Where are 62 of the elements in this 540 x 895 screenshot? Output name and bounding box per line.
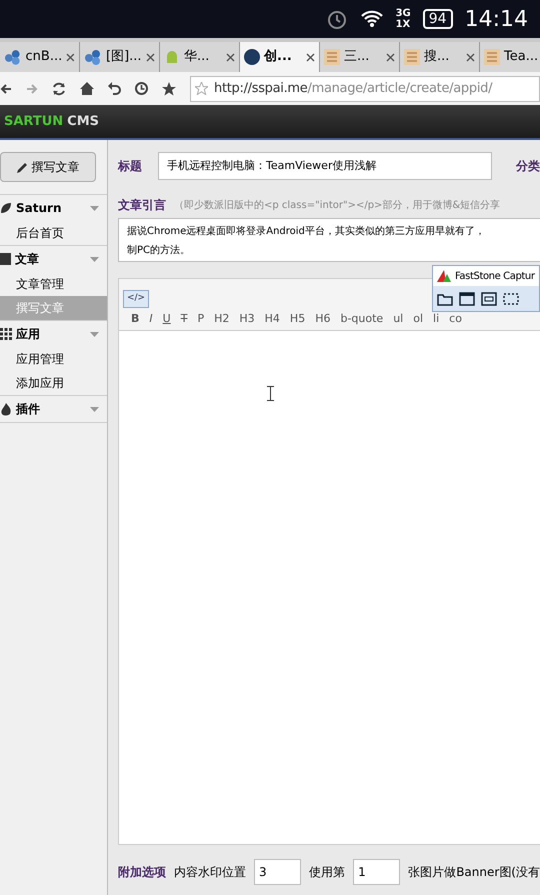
sidebar-item[interactable]: 添加应用	[0, 371, 107, 395]
toolbar-button[interactable]: li	[433, 310, 440, 327]
toolbar-button[interactable]: co	[449, 310, 462, 327]
options-label: 附加选项	[118, 864, 166, 881]
intro-label: 文章引言	[118, 197, 166, 214]
network-label: 1X	[396, 19, 411, 30]
category-label: 分类	[516, 158, 540, 175]
title-field[interactable]: 手机远程控制电脑：TeamViewer使用浅解	[158, 152, 492, 180]
intro-text-line: 制PC的方法。	[127, 244, 192, 258]
toolbar-button[interactable]: H5	[290, 310, 306, 327]
toolbar-button[interactable]: P	[197, 310, 204, 327]
tab-title: Tea...	[504, 48, 540, 66]
intro-hint: （即少数派旧版中的<p class="intor"></p>部分，用于微博&短信分享	[174, 198, 500, 212]
browser-tab[interactable]: 三...	[320, 42, 400, 72]
browser-tab[interactable]: 搜...	[400, 42, 480, 72]
toolbar-button[interactable]: H6	[315, 310, 330, 327]
toolbar-button[interactable]: ul	[393, 310, 404, 327]
tab-title: 搜...	[424, 48, 450, 66]
title-label: 标题	[118, 158, 143, 175]
banner-hint: 张图片做Banner图(没有	[408, 864, 540, 881]
toolbar-button[interactable]: ol	[413, 310, 424, 327]
tab-title: 三...	[344, 48, 370, 66]
sidebar-group-title[interactable]: 插件	[16, 400, 86, 418]
watermark-label: 内容水印位置	[174, 864, 246, 881]
browser-tab[interactable]: cnB...	[0, 42, 80, 72]
tab-title: [图]...	[106, 48, 142, 66]
network-label: 3G	[396, 8, 411, 19]
sidebar-group-title[interactable]: Saturn	[16, 199, 86, 217]
tab-title: 华...	[184, 48, 210, 66]
sidebar-item[interactable]: 后台首页	[0, 221, 107, 245]
intro-field[interactable]: 据说Chrome远程桌面即将登录Android平台，其实类似的第三方应用早就有了， 制PC的方法。	[118, 218, 540, 262]
browser-tab[interactable]: [图]...	[80, 42, 160, 72]
sidebar-group-title[interactable]: 应用	[16, 325, 86, 343]
browser-tab[interactable]: 华...	[160, 42, 240, 72]
browser-tab[interactable]: 创...	[240, 42, 320, 72]
watermark-field[interactable]: 3	[254, 859, 302, 885]
write-article-button[interactable]: 撰写文章	[0, 152, 96, 182]
browser-tab[interactable]: Tea...	[480, 42, 540, 72]
sidebar-item[interactable]: 应用管理	[0, 347, 107, 371]
tab-title: 创...	[264, 48, 293, 66]
tab-title: cnB...	[26, 48, 62, 66]
toolbar-button[interactable]: B	[131, 310, 140, 327]
toolbar-button[interactable]: I	[149, 310, 153, 327]
intro-text-line: 据说Chrome远程桌面即将登录Android平台，其实类似的第三方应用早就有了，	[127, 224, 486, 239]
brand-name: SARTUN	[4, 112, 64, 131]
brand-suffix: CMS	[67, 112, 99, 131]
toolbar-button[interactable]: b-quote	[340, 310, 384, 327]
toolbar-button[interactable]: T	[180, 310, 188, 327]
code-view-button[interactable]: </>	[123, 290, 149, 308]
toolbar-button[interactable]: U	[162, 310, 171, 327]
url-text: http://sspai.me/manage/article/create/appid/	[214, 80, 492, 98]
banner-label: 使用第	[309, 864, 346, 881]
faststone-title: FastStone Captur	[455, 270, 535, 284]
toolbar-button[interactable]: H3	[239, 310, 255, 327]
toolbar-button[interactable]: H4	[264, 310, 280, 327]
address-field[interactable]: http://sspai.me/manage/article/create/appid/	[190, 76, 540, 102]
banner-field[interactable]: 1	[353, 859, 400, 885]
battery-level: 94	[422, 9, 453, 29]
toolbar-button[interactable]: H2	[214, 310, 230, 327]
clock: 14:14	[464, 6, 528, 34]
sidebar-item[interactable]: 文章管理	[0, 272, 107, 296]
sidebar-group-title[interactable]: 文章	[15, 250, 86, 268]
